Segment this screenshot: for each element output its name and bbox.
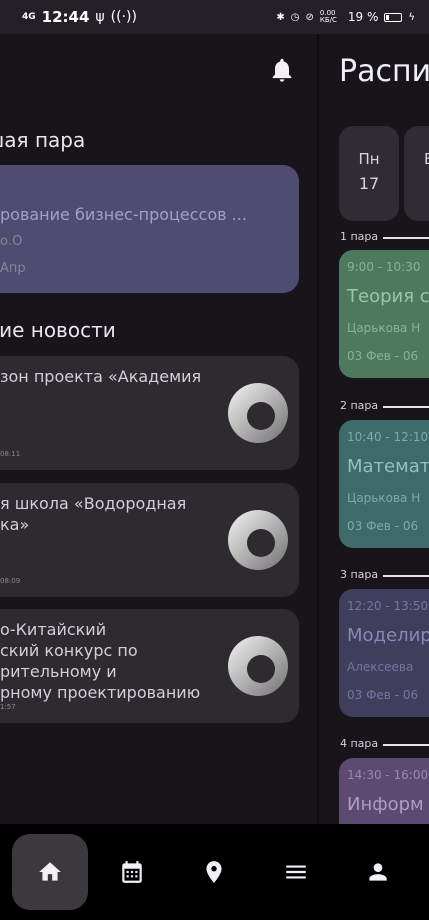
pair-label: 1 пара <box>340 230 379 243</box>
app-screen: ая шая пара рование бизнес-процессов ...… <box>0 34 429 824</box>
news-card[interactable]: зон проекта «Академия 08:11 <box>0 356 299 470</box>
next-lesson-card[interactable]: рование бизнес-процессов ... о.О Апр <box>0 165 299 293</box>
lesson-dates: 03 Фев - 06 <box>347 688 419 702</box>
page-divider <box>317 34 319 824</box>
pair-separator <box>383 575 429 577</box>
charging-icon: ϟ <box>408 11 415 23</box>
pair-separator <box>383 744 429 746</box>
nav-home-button[interactable] <box>12 834 88 910</box>
news-thumbnail-icon <box>228 636 288 696</box>
bottom-navigation <box>0 824 429 920</box>
day-card-tuesday[interactable]: В <box>404 126 429 221</box>
pair-label: 3 пара <box>340 568 379 581</box>
net-speed: 0.00 КБ/С <box>319 9 337 24</box>
next-lesson-section-title: шая пара <box>0 128 86 152</box>
news-thumbnail-icon <box>228 383 288 443</box>
lesson-card[interactable]: 9:00 - 10:30 Теория с Царькова Н 03 Фев … <box>339 250 429 378</box>
menu-icon <box>286 865 306 879</box>
lesson-card[interactable]: 14:30 - 16:00 Информ <box>339 758 429 824</box>
day-name: В <box>424 150 429 168</box>
pair-separator <box>383 237 429 239</box>
next-lesson-teacher: о.О <box>0 234 23 249</box>
lesson-time: 12:20 - 13:50 <box>347 599 429 613</box>
calendar-icon <box>122 861 142 883</box>
lesson-subject: Информ <box>347 794 424 815</box>
news-title: зон проекта «Академия <box>0 367 202 386</box>
lesson-dates: 03 Фев - 06 <box>347 349 419 363</box>
signal-indicator: 4G <box>22 12 36 22</box>
status-time: 12:44 <box>41 8 90 26</box>
lesson-time: 14:30 - 16:00 <box>347 768 429 782</box>
bluetooth-icon: ✱ <box>276 11 285 23</box>
lesson-subject: Математ <box>347 456 429 477</box>
day-card-monday[interactable]: Пн 17 <box>339 126 399 221</box>
status-bar: 4G 12:44 ψ ((·)) ✱ ◷ ⊘ 0.00 КБ/С 19 % ϟ <box>0 0 429 34</box>
news-section-title: ние новости <box>0 318 116 342</box>
lesson-subject: Теория с <box>347 286 429 307</box>
nav-schedule-button[interactable] <box>94 834 170 910</box>
nav-profile-button[interactable] <box>340 834 416 910</box>
nav-map-button[interactable] <box>176 834 252 910</box>
news-card[interactable]: я школа «Водородная ка» 08:09 <box>0 483 299 597</box>
lesson-card[interactable]: 10:40 - 12:10 Математ Царькова Н 03 Фев … <box>339 420 429 548</box>
pair-label: 4 пара <box>340 737 379 750</box>
profile-icon <box>369 863 387 881</box>
lesson-card[interactable]: 12:20 - 13:50 Моделир Алексеева 03 Фев -… <box>339 589 429 717</box>
news-time: 08:09 <box>0 577 21 585</box>
schedule-title: Распи <box>339 54 429 89</box>
dnd-icon: ⊘ <box>305 11 314 23</box>
pair-separator <box>383 406 429 408</box>
lesson-time: 9:00 - 10:30 <box>347 260 421 274</box>
news-time: 1:57 <box>0 703 16 711</box>
pair-label: 2 пара <box>340 399 379 412</box>
news-title: о-Китайский ский конкурс по рительному и… <box>0 620 201 702</box>
location-pin-icon <box>206 861 222 883</box>
lesson-subject: Моделир <box>347 625 429 646</box>
next-lesson-date: Апр <box>0 261 26 276</box>
news-time: 08:11 <box>0 450 21 458</box>
day-name: Пн <box>358 150 380 168</box>
day-number: 17 <box>358 174 380 193</box>
news-card[interactable]: о-Китайский ский конкурс по рительному и… <box>0 609 299 723</box>
next-lesson-subject: рование бизнес-процессов ... <box>0 205 247 224</box>
hotspot-icon: ((·)) <box>110 9 137 25</box>
lesson-teacher: Царькова Н <box>347 321 421 335</box>
nav-menu-button[interactable] <box>258 834 334 910</box>
battery-text: 19 % <box>347 10 379 24</box>
usb-icon: ψ <box>95 9 105 25</box>
news-title: я школа «Водородная ка» <box>0 494 187 534</box>
lesson-dates: 03 Фев - 06 <box>347 519 419 533</box>
lesson-time: 10:40 - 12:10 <box>347 430 429 444</box>
news-thumbnail-icon <box>228 510 288 570</box>
alarm-icon: ◷ <box>290 11 300 23</box>
lesson-teacher: Алексеева <box>347 660 414 674</box>
lesson-teacher: Царькова Н <box>347 491 421 505</box>
notifications-bell-icon[interactable] <box>268 56 296 84</box>
battery-icon <box>384 12 403 22</box>
home-icon <box>39 862 61 881</box>
